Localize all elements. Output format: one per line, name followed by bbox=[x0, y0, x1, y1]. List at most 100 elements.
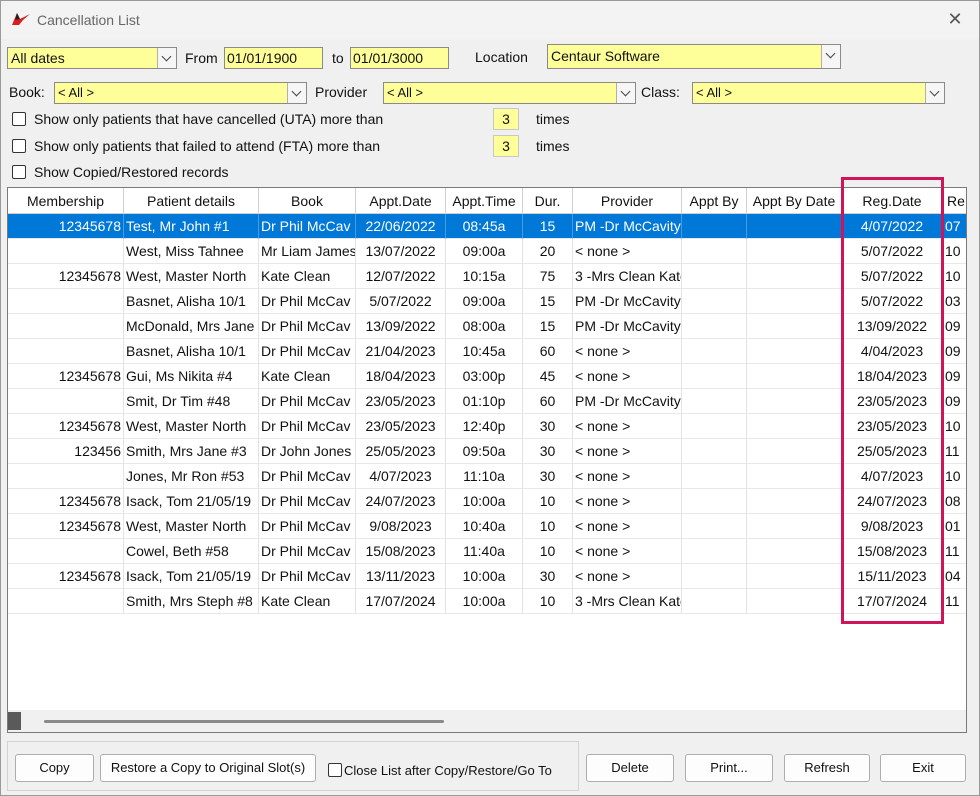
cell-appt-by-date bbox=[747, 239, 842, 264]
table-row[interactable]: 12345678 Isack, Tom 21/05/19 Dr Phil McCav… bbox=[8, 564, 966, 589]
col-dur[interactable]: Dur. bbox=[523, 188, 573, 214]
cell-appt-time: 10:45a bbox=[446, 339, 523, 364]
cell-re: 08 bbox=[943, 489, 966, 514]
refresh-button[interactable]: Refresh bbox=[784, 754, 870, 782]
cell-dur: 15 bbox=[523, 214, 573, 239]
table-row[interactable]: 123456 Smith, Mrs Jane #3 Dr John Jones 25/… bbox=[8, 439, 966, 464]
table-header: Membership Patient details Book Appt.Dat… bbox=[8, 188, 966, 214]
exit-button[interactable]: Exit bbox=[880, 754, 966, 782]
cell-patient-details: Jones, Mr Ron #53 bbox=[124, 464, 259, 489]
table-row[interactable]: Jones, Mr Ron #53 Dr Phil McCav 4/07/2023 1… bbox=[8, 464, 966, 489]
book-select[interactable]: < All > bbox=[54, 82, 307, 104]
chevron-down-icon[interactable] bbox=[287, 83, 306, 103]
col-appt-by[interactable]: Appt By bbox=[682, 188, 747, 214]
cell-book: Dr John Jones bbox=[259, 439, 356, 464]
cell-patient-details: Cowel, Beth #58 bbox=[124, 539, 259, 564]
provider-select[interactable]: < All > bbox=[383, 82, 636, 104]
cell-appt-by-date bbox=[747, 289, 842, 314]
cell-appt-by bbox=[682, 214, 747, 239]
col-membership[interactable]: Membership bbox=[8, 188, 124, 214]
cell-appt-date: 24/07/2023 bbox=[356, 489, 446, 514]
close-icon[interactable]: ✕ bbox=[945, 9, 965, 29]
cell-appt-by bbox=[682, 414, 747, 439]
chevron-down-icon[interactable] bbox=[821, 45, 840, 68]
table-row[interactable]: 12345678 Test, Mr John #1 Dr Phil McCav 22/… bbox=[8, 214, 966, 239]
table-row[interactable]: Basnet, Alisha 10/1 Dr Phil McCav 21/04/20… bbox=[8, 339, 966, 364]
show-copied-checkbox[interactable] bbox=[12, 165, 26, 179]
table-row[interactable]: Smith, Mrs Steph #8 Kate Clean 17/07/2024 1… bbox=[8, 589, 966, 614]
table-row[interactable]: McDonald, Mrs Jane Dr Phil McCav 13/09/202… bbox=[8, 314, 966, 339]
cell-appt-time: 10:00a bbox=[446, 589, 523, 614]
cell-provider: < none > bbox=[573, 564, 682, 589]
to-label: to bbox=[332, 50, 344, 66]
chevron-down-icon[interactable] bbox=[925, 83, 944, 103]
location-value: Centaur Software bbox=[551, 48, 660, 64]
col-provider[interactable]: Provider bbox=[573, 188, 682, 214]
cell-appt-date: 12/07/2022 bbox=[356, 264, 446, 289]
cell-provider: PM -Dr McCavity bbox=[573, 314, 682, 339]
cell-provider: < none > bbox=[573, 489, 682, 514]
cell-appt-by bbox=[682, 239, 747, 264]
cell-membership: 12345678 bbox=[8, 489, 124, 514]
fta-checkbox[interactable] bbox=[12, 139, 26, 153]
table-row[interactable]: 12345678 West, Master North Kate Clean 12/0… bbox=[8, 264, 966, 289]
table-row[interactable]: Cowel, Beth #58 Dr Phil McCav 15/08/2023 11… bbox=[8, 539, 966, 564]
date-range-select[interactable]: All dates bbox=[7, 47, 177, 69]
horizontal-scrollbar[interactable] bbox=[8, 710, 966, 732]
delete-button[interactable]: Delete bbox=[586, 754, 674, 782]
chevron-down-icon[interactable] bbox=[157, 48, 176, 68]
cell-dur: 30 bbox=[523, 439, 573, 464]
cell-membership bbox=[8, 589, 124, 614]
cell-appt-by bbox=[682, 564, 747, 589]
uta-label: Show only patients that have cancelled (… bbox=[34, 111, 384, 127]
class-select[interactable]: < All > bbox=[692, 82, 945, 104]
cell-appt-by-date bbox=[747, 539, 842, 564]
table-row[interactable]: 12345678 West, Master North Dr Phil McCav 9… bbox=[8, 514, 966, 539]
col-appt-time[interactable]: Appt.Time bbox=[446, 188, 523, 214]
col-patient-details[interactable]: Patient details bbox=[124, 188, 259, 214]
table-row[interactable]: Basnet, Alisha 10/1 Dr Phil McCav 5/07/202… bbox=[8, 289, 966, 314]
to-date-field[interactable]: 01/01/3000 bbox=[350, 47, 449, 69]
cell-dur: 15 bbox=[523, 289, 573, 314]
cell-dur: 20 bbox=[523, 239, 573, 264]
uta-checkbox[interactable] bbox=[12, 112, 26, 126]
chevron-down-icon[interactable] bbox=[616, 83, 635, 103]
cancellation-table[interactable]: Membership Patient details Book Appt.Dat… bbox=[7, 187, 967, 733]
cell-book: Dr Phil McCav bbox=[259, 314, 356, 339]
app-logo-icon bbox=[12, 13, 30, 25]
restore-copy-button[interactable]: Restore a Copy to Original Slot(s) bbox=[100, 754, 316, 782]
cell-appt-time: 08:00a bbox=[446, 314, 523, 339]
table-row[interactable]: 12345678 West, Master North Dr Phil McCav 2… bbox=[8, 414, 966, 439]
table-row[interactable]: West, Miss Tahnee Mr Liam James 13/07/2022… bbox=[8, 239, 966, 264]
location-label: Location bbox=[475, 49, 528, 65]
fta-times-label: times bbox=[536, 138, 570, 154]
table-row[interactable]: 12345678 Gui, Ms Nikita #4 Kate Clean 18/04… bbox=[8, 364, 966, 389]
cell-appt-by bbox=[682, 264, 747, 289]
close-after-checkbox[interactable] bbox=[328, 763, 342, 777]
fta-count-field[interactable]: 3 bbox=[493, 135, 519, 157]
from-date-field[interactable]: 01/01/1900 bbox=[224, 47, 323, 69]
cell-dur: 60 bbox=[523, 339, 573, 364]
cell-book: Dr Phil McCav bbox=[259, 389, 356, 414]
col-re[interactable]: Re bbox=[943, 188, 966, 214]
cell-re: 03 bbox=[943, 289, 966, 314]
cell-re: 11 bbox=[943, 439, 966, 464]
uta-count-field[interactable]: 3 bbox=[493, 108, 519, 130]
cell-appt-date: 9/08/2023 bbox=[356, 514, 446, 539]
cell-dur: 45 bbox=[523, 364, 573, 389]
cell-patient-details: West, Master North bbox=[124, 264, 259, 289]
copy-button[interactable]: Copy bbox=[15, 754, 94, 782]
table-row[interactable]: 12345678 Isack, Tom 21/05/19 Dr Phil McCav… bbox=[8, 489, 966, 514]
cell-membership: 12345678 bbox=[8, 264, 124, 289]
cell-appt-date: 13/09/2022 bbox=[356, 314, 446, 339]
table-row[interactable]: Smit, Dr Tim #48 Dr Phil McCav 23/05/2023 0… bbox=[8, 389, 966, 414]
col-appt-date[interactable]: Appt.Date bbox=[356, 188, 446, 214]
scrollbar-thumb[interactable] bbox=[44, 720, 444, 723]
col-appt-by-date[interactable]: Appt By Date bbox=[747, 188, 842, 214]
print-button[interactable]: Print... bbox=[685, 754, 773, 782]
date-range-value: All dates bbox=[11, 50, 65, 66]
cell-membership bbox=[8, 389, 124, 414]
col-book[interactable]: Book bbox=[259, 188, 356, 214]
location-select[interactable]: Centaur Software bbox=[547, 44, 841, 69]
cell-appt-by-date bbox=[747, 489, 842, 514]
